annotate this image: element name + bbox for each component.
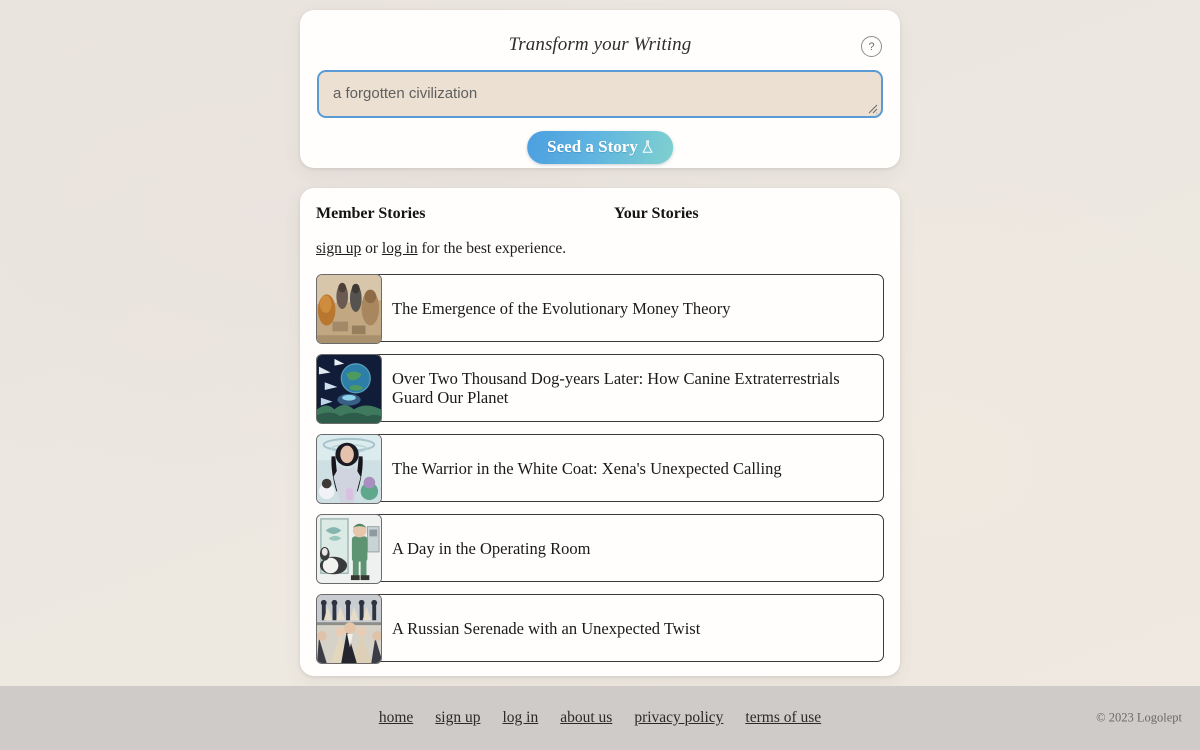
story-list-item[interactable]: The Warrior in the White Coat: Xena's Un… <box>316 434 884 504</box>
auth-prompt: sign up or log in for the best experienc… <box>316 240 884 258</box>
login-link[interactable]: log in <box>382 240 418 257</box>
stories-panel: Member Stories Your Stories sign up or l… <box>300 188 900 676</box>
story-thumbnail-vet-with-dog <box>316 514 382 584</box>
story-title: Over Two Thousand Dog-years Later: How C… <box>392 369 840 407</box>
stories-tabs: Member Stories Your Stories <box>316 188 884 223</box>
story-thumbnail-ancient-marketplace <box>316 274 382 344</box>
story-list-item[interactable]: Over Two Thousand Dog-years Later: How C… <box>316 354 884 424</box>
footer-link-privacy-policy[interactable]: privacy policy <box>634 709 723 727</box>
story-list-item[interactable]: The Emergence of the Evolutionary Money … <box>316 274 884 344</box>
story-list-item[interactable]: A Day in the Operating Room <box>316 514 884 584</box>
footer-link-sign-up[interactable]: sign up <box>435 709 480 727</box>
footer-links: home sign up log in about us privacy policy t… <box>379 709 821 727</box>
flask-icon <box>642 140 653 153</box>
help-icon-glyph: ? <box>868 40 875 53</box>
story-thumbnail-woman-surgeon <box>316 434 382 504</box>
footer-link-about-us[interactable]: about us <box>560 709 612 727</box>
auth-or-text: or <box>361 240 382 257</box>
footer-link-home[interactable]: home <box>379 709 413 727</box>
tab-member-stories[interactable]: Member Stories <box>316 205 614 223</box>
copyright-text: © 2023 Logolept <box>1096 710 1182 725</box>
tab-your-stories[interactable]: Your Stories <box>614 205 699 223</box>
help-icon[interactable]: ? <box>861 36 882 57</box>
story-list-item[interactable]: A Russian Serenade with an Unexpected Tw… <box>316 594 884 664</box>
prompt-input-wrapper <box>317 70 883 118</box>
story-thumbnail-ballroom-dancers <box>316 594 382 664</box>
footer-link-terms-of-use[interactable]: terms of use <box>745 709 821 727</box>
footer-link-log-in[interactable]: log in <box>502 709 538 727</box>
seed-a-story-label: Seed a Story <box>547 137 638 156</box>
seed-story-panel: Transform your Writing ? Seed a Story <box>300 10 900 168</box>
page-body: Transform your Writing ? Seed a Story Me… <box>0 0 1200 686</box>
story-prompt-input[interactable] <box>317 70 883 118</box>
story-thumbnail-earth-from-space <box>316 354 382 424</box>
auth-tail-text: for the best experience. <box>417 240 567 257</box>
story-list: The Emergence of the Evolutionary Money … <box>316 274 884 664</box>
seed-a-story-button[interactable]: Seed a Story <box>527 131 673 164</box>
story-title: The Warrior in the White Coat: Xena's Un… <box>392 458 782 478</box>
site-footer: home sign up log in about us privacy policy t… <box>0 686 1200 750</box>
page-title: Transform your Writing <box>508 34 692 55</box>
signup-link[interactable]: sign up <box>316 240 361 257</box>
